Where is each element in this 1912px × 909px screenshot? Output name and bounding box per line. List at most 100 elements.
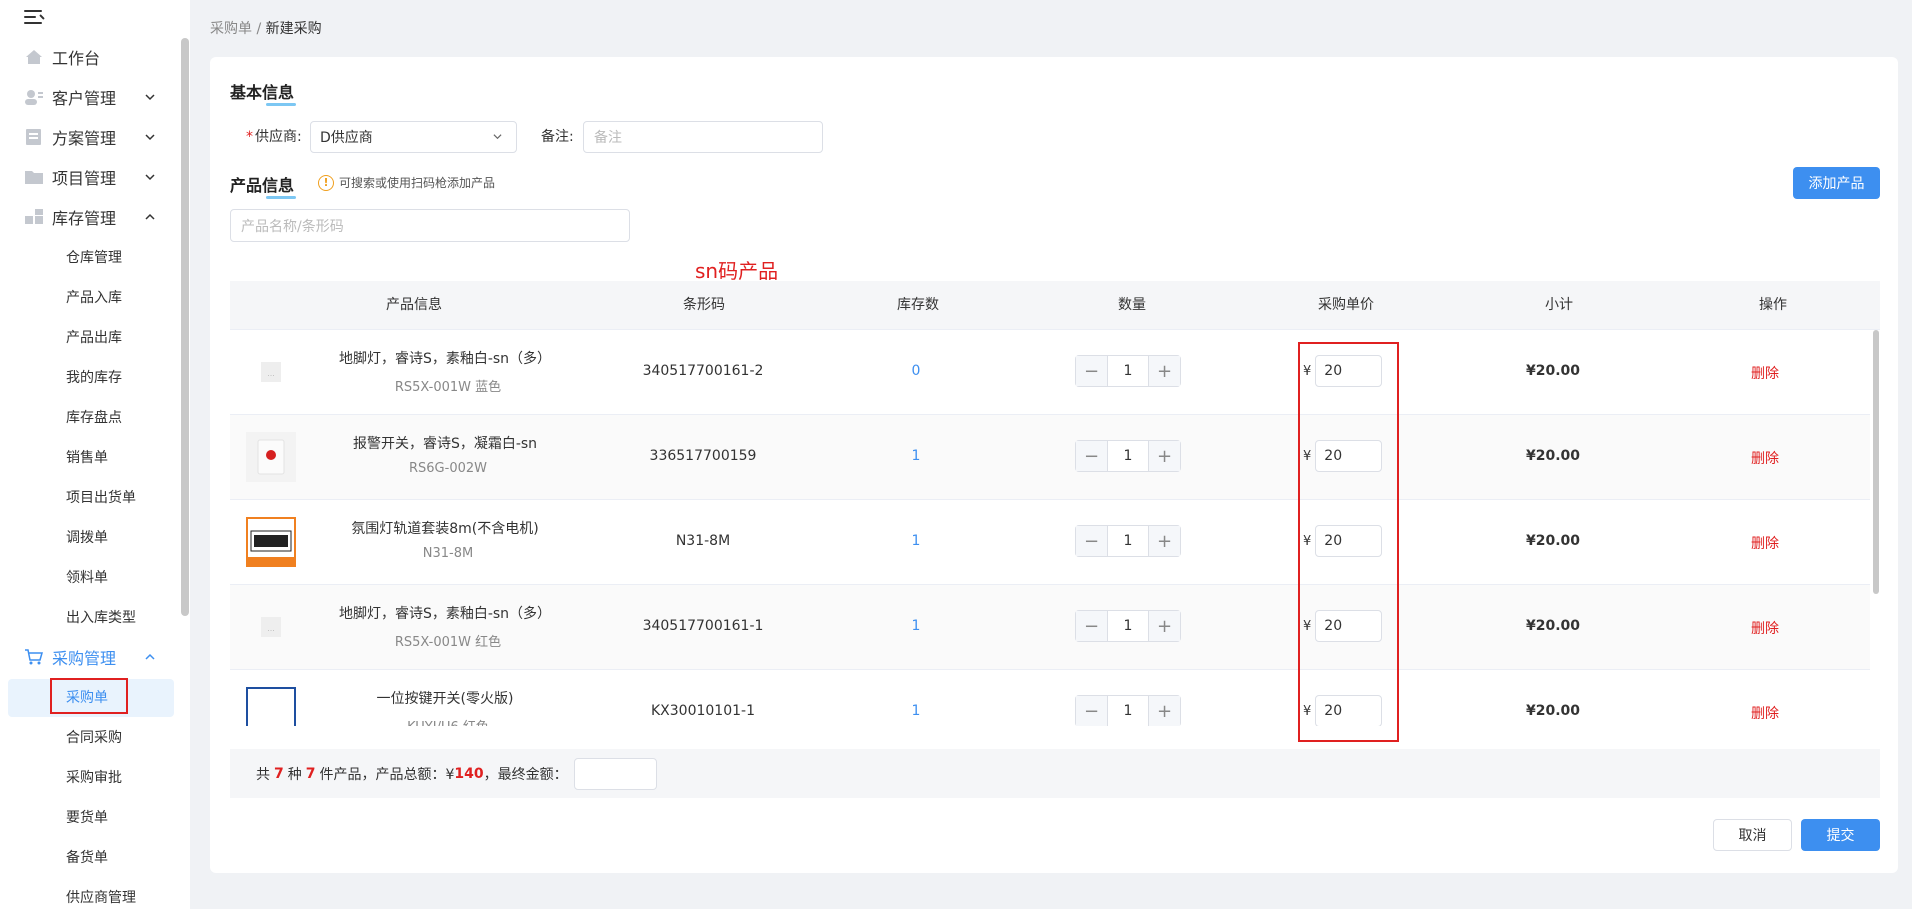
table-row: 氛围灯轨道套装8m(不含电机) N31-8M N31-8M 1 − 1 + ¥2… bbox=[230, 500, 1870, 585]
chevron-up-icon bbox=[145, 213, 155, 220]
menu-item-purchase[interactable]: 采购管理 bbox=[0, 640, 178, 674]
sidebar-item-purchase-approval[interactable]: 采购审批 bbox=[0, 759, 178, 795]
sub-label: 采购审批 bbox=[66, 770, 122, 786]
barcode: 336517700159 bbox=[649, 448, 757, 464]
sidebar-item-stocktake[interactable]: 库存盘点 bbox=[0, 399, 178, 435]
final-amount-input[interactable] bbox=[573, 757, 657, 790]
product-search-input[interactable]: 产品名称/条形码 bbox=[230, 209, 630, 242]
table-row: ... 地脚灯，睿诗S，素釉白-sn（多） RS5X-001W 红色 34051… bbox=[230, 585, 1870, 670]
table-header: 产品信息 条形码 库存数 数量 采购单价 小计 操作 bbox=[230, 281, 1880, 330]
quantity-stepper: − 1 + bbox=[1075, 525, 1181, 557]
delete-link[interactable]: 删除 bbox=[1751, 533, 1779, 553]
supplier-select[interactable]: D供应商 bbox=[310, 121, 517, 153]
subtotal: ¥20.00 bbox=[1525, 363, 1581, 379]
required-mark: * bbox=[246, 129, 253, 145]
increment-button[interactable]: + bbox=[1149, 611, 1180, 641]
summary-text: 种 bbox=[287, 766, 302, 783]
product-thumbnail bbox=[246, 517, 296, 567]
cancel-button[interactable]: 取消 bbox=[1713, 819, 1792, 851]
stock-count: 1 bbox=[911, 448, 921, 464]
svg-text:...: ... bbox=[267, 624, 275, 633]
remark-label: 备注: bbox=[541, 129, 574, 145]
search-placeholder: 产品名称/条形码 bbox=[241, 218, 344, 235]
quantity-value[interactable]: 1 bbox=[1107, 611, 1149, 641]
decrement-button[interactable]: − bbox=[1076, 611, 1107, 641]
sidebar-item-transfer[interactable]: 调拨单 bbox=[0, 519, 178, 555]
sidebar-scrollbar[interactable] bbox=[181, 38, 189, 616]
menu-item-plan[interactable]: 方案管理 bbox=[0, 120, 178, 154]
menu-item-customer[interactable]: 客户管理 bbox=[0, 80, 178, 114]
product-spec: RS5X-001W 红色 bbox=[394, 635, 502, 650]
sidebar-item-stocking-order[interactable]: 备货单 bbox=[0, 839, 178, 875]
chevron-down-icon bbox=[145, 174, 155, 181]
section-title-text: 产品信息 bbox=[230, 176, 295, 195]
sidebar-item-stock-out[interactable]: 产品出库 bbox=[0, 319, 178, 355]
stock-count: 1 bbox=[911, 618, 921, 634]
increment-button[interactable]: + bbox=[1149, 696, 1180, 726]
quantity-value[interactable]: 1 bbox=[1107, 696, 1149, 726]
summary-text: ，最终金额： bbox=[483, 766, 568, 783]
product-spec: KUYI/U6 红色 bbox=[407, 716, 489, 726]
decrement-button[interactable]: − bbox=[1076, 441, 1107, 471]
sidebar-item-supplier[interactable]: 供应商管理 bbox=[0, 879, 178, 909]
table-scrollbar[interactable] bbox=[1873, 330, 1879, 594]
add-product-button[interactable]: 添加产品 bbox=[1793, 167, 1880, 199]
col-header: 库存数 bbox=[897, 297, 939, 313]
menu-toggle-icon[interactable] bbox=[24, 10, 46, 26]
breadcrumb-current: 新建采购 bbox=[265, 21, 322, 37]
breadcrumb-parent[interactable]: 采购单 bbox=[210, 21, 252, 37]
menu-item-project[interactable]: 项目管理 bbox=[0, 160, 178, 194]
sub-label: 备货单 bbox=[66, 850, 108, 866]
product-table: 产品信息 条形码 库存数 数量 采购单价 小计 操作 ... 地脚灯，睿诗S，素… bbox=[230, 281, 1880, 726]
decrement-button[interactable]: − bbox=[1076, 526, 1107, 556]
sub-label: 供应商管理 bbox=[66, 890, 136, 906]
quantity-value[interactable]: 1 bbox=[1107, 441, 1149, 471]
barcode: 340517700161-1 bbox=[642, 618, 764, 634]
sub-label: 产品入库 bbox=[66, 290, 122, 306]
delete-link[interactable]: 删除 bbox=[1751, 618, 1779, 638]
kinds-count: 7 bbox=[274, 765, 284, 782]
submit-button[interactable]: 提交 bbox=[1801, 819, 1880, 851]
sidebar-item-stock-in[interactable]: 产品入库 bbox=[0, 279, 178, 315]
chevron-up-icon bbox=[145, 653, 155, 660]
svg-text:...: ... bbox=[267, 369, 275, 378]
sidebar-item-demand-order[interactable]: 要货单 bbox=[0, 799, 178, 835]
table-row: ... 地脚灯，睿诗S，素釉白-sn（多） RS5X-001W 蓝色 34051… bbox=[230, 330, 1870, 415]
sidebar-item-project-shipment[interactable]: 项目出货单 bbox=[0, 479, 178, 515]
sidebar-item-contract-purchase[interactable]: 合同采购 bbox=[0, 719, 178, 755]
barcode: N31-8M bbox=[675, 533, 731, 549]
warning-icon: ! bbox=[318, 174, 334, 191]
decrement-button[interactable]: − bbox=[1076, 696, 1107, 726]
increment-button[interactable]: + bbox=[1149, 356, 1180, 386]
section-title-text: 基本信息 bbox=[230, 83, 295, 102]
chevron-down-icon bbox=[493, 134, 502, 140]
delete-link[interactable]: 删除 bbox=[1751, 448, 1779, 468]
supplier-label-text: 供应商: bbox=[255, 129, 302, 145]
sub-label: 出入库类型 bbox=[66, 610, 136, 626]
sub-label: 项目出货单 bbox=[66, 490, 136, 506]
sidebar-item-requisition[interactable]: 领料单 bbox=[0, 559, 178, 595]
menu-item-inventory[interactable]: 库存管理 bbox=[0, 200, 178, 234]
sub-label: 调拨单 bbox=[66, 530, 108, 546]
sidebar-item-sales-order[interactable]: 销售单 bbox=[0, 439, 178, 475]
col-header: 采购单价 bbox=[1318, 297, 1374, 313]
sub-label: 要货单 bbox=[66, 810, 108, 826]
sidebar-item-my-stock[interactable]: 我的库存 bbox=[0, 359, 178, 395]
plan-icon bbox=[26, 129, 41, 145]
increment-button[interactable]: + bbox=[1149, 526, 1180, 556]
sidebar-item-warehouse[interactable]: 仓库管理 bbox=[0, 239, 178, 275]
supplier-label: * 供应商: bbox=[246, 126, 302, 146]
quantity-value[interactable]: 1 bbox=[1107, 526, 1149, 556]
quantity-value[interactable]: 1 bbox=[1107, 356, 1149, 386]
delete-link[interactable]: 删除 bbox=[1751, 363, 1779, 383]
remark-input[interactable]: 备注 bbox=[583, 121, 823, 153]
decrement-button[interactable]: − bbox=[1076, 356, 1107, 386]
increment-button[interactable]: + bbox=[1149, 441, 1180, 471]
menu-item-workbench[interactable]: 工作台 bbox=[0, 40, 178, 74]
sidebar-item-io-types[interactable]: 出入库类型 bbox=[0, 599, 178, 635]
home-icon bbox=[26, 50, 42, 64]
product-thumbnail: ... bbox=[246, 602, 296, 652]
menu-label: 方案管理 bbox=[52, 129, 117, 148]
delete-link[interactable]: 删除 bbox=[1751, 703, 1779, 723]
product-name: 地脚灯，睿诗S，素釉白-sn（多） bbox=[338, 351, 552, 367]
